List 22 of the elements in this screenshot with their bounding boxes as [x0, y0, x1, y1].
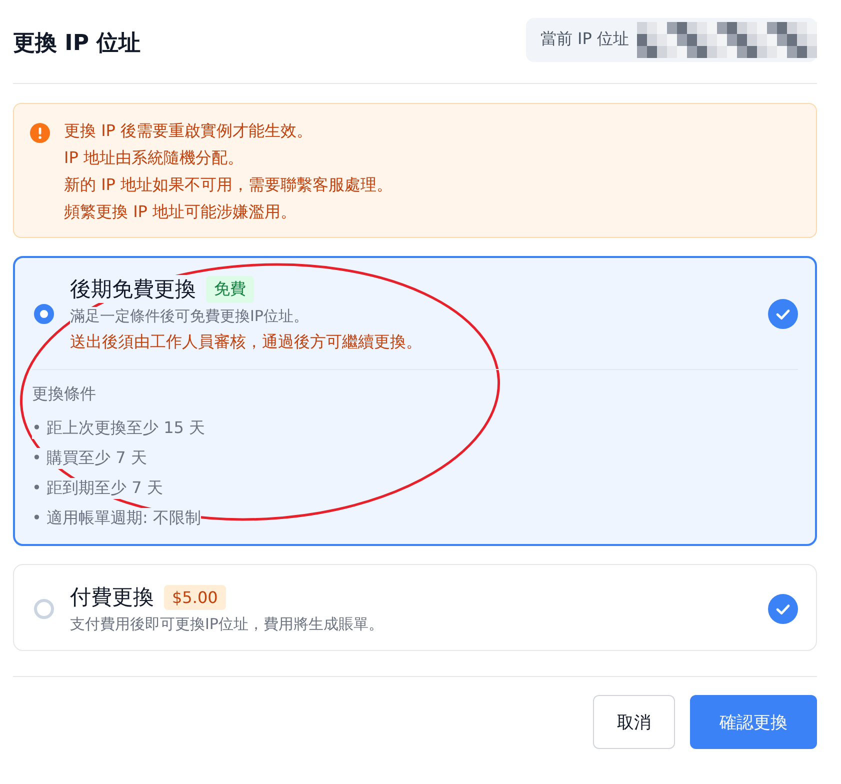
cancel-button[interactable]: 取消 [593, 695, 675, 749]
option-title: 後期免費更換 [70, 275, 196, 303]
condition-item: • 購買至少 7 天 [32, 448, 147, 469]
warning-text: 新的 IP 地址如果不可用，需要聯繫客服處理。 [64, 174, 393, 196]
check-icon [768, 299, 798, 329]
dialog-title: 更換 IP 位址 [13, 30, 141, 58]
warning-icon [30, 123, 50, 143]
option-card[interactable]: 付費更換 $5.00 支付費用後即可更換IP位址，費用將生成賬單。 [13, 564, 817, 651]
warning-text: 更換 IP 後需要重啟實例才能生效。 [64, 120, 314, 142]
confirm-button[interactable]: 確認更換 [690, 695, 817, 749]
option-title: 付費更換 [70, 584, 154, 611]
price-badge: $5.00 [164, 584, 226, 610]
check-icon [768, 594, 798, 624]
option-card[interactable]: 後期免費更換 免費 滿足一定條件後可免費更換IP位址。 送出後須由工作人員審核，通過後方可繼續更換。 更換條件 • 距上次更換至少 15 天 • 購買至少 7 天 • 距到期至少 7 天 • 適用帳單週期: 不限制 [13, 256, 817, 546]
condition-item: • 距到期至少 7 天 [32, 478, 163, 499]
price-badge: 免費 [206, 276, 254, 302]
option-description: 支付費用後即可更換IP位址，費用將生成賬單。 [70, 615, 384, 634]
warning-text: IP 地址由系統隨機分配。 [64, 147, 244, 169]
warning-text: 頻繁更換 IP 地址可能涉嫌濫用。 [64, 201, 298, 223]
condition-item: • 距上次更換至少 15 天 [32, 418, 206, 439]
current-ip-label: 當前 IP 位址 [540, 29, 629, 50]
radio-button[interactable] [34, 304, 54, 324]
